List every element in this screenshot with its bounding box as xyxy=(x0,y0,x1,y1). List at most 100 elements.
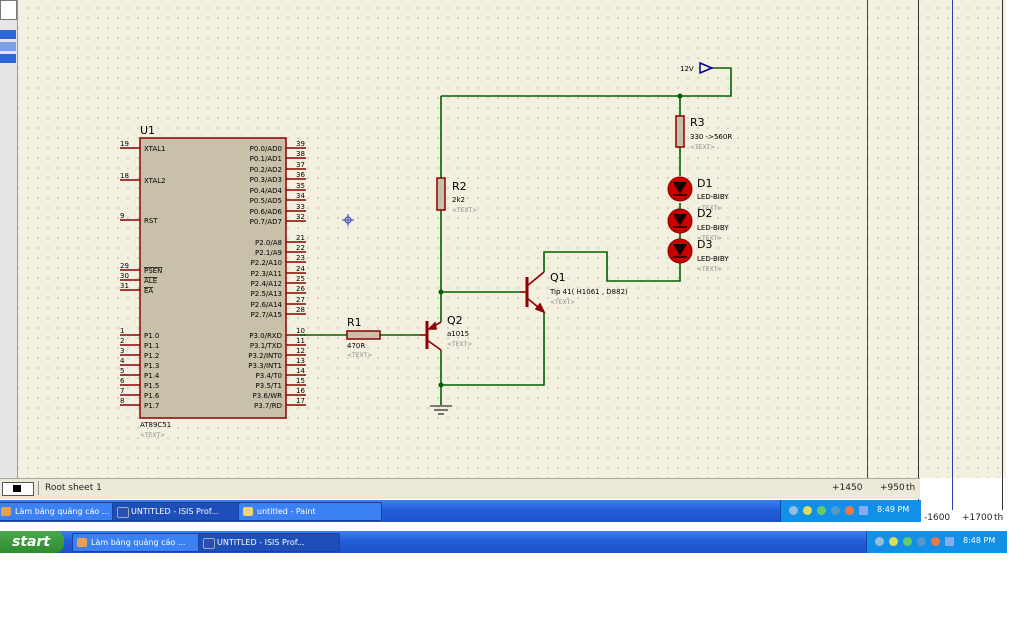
u1-pin-name: P0.6/AD6 xyxy=(250,208,283,216)
system-tray: 8:48 PM xyxy=(866,531,1007,553)
u1-pin-number: 15 xyxy=(296,377,305,385)
tray-icon[interactable] xyxy=(803,506,812,515)
outer-taskbar: start Làm bảng quảng cáo ... UNTITLED - … xyxy=(0,531,1007,553)
taskbar-item-label: untitled - Paint xyxy=(257,507,316,516)
selector-item[interactable] xyxy=(0,30,16,39)
d3-ref: D3 xyxy=(697,238,712,251)
u1-pin-name: P0.4/AD4 xyxy=(250,187,283,195)
d2-value: LED-BIBY xyxy=(697,224,729,232)
u1-pin-number: 3 xyxy=(120,347,124,355)
transistor-q1[interactable] xyxy=(520,271,546,314)
u1-pin-number: 11 xyxy=(296,337,305,345)
r1-body[interactable] xyxy=(346,330,381,340)
u1-pin-number: 21 xyxy=(296,234,305,242)
outer-y-coordinate: +1700 xyxy=(962,513,993,523)
u1-pin-name: P0.5/AD5 xyxy=(250,197,282,205)
firefox-icon xyxy=(1,507,11,516)
q2-ref: Q2 xyxy=(447,314,463,327)
taskbar-item[interactable]: Làm bảng quảng cáo ... xyxy=(0,502,128,521)
u1-pin-number: 22 xyxy=(296,244,305,252)
q2-text: <TEXT> xyxy=(447,341,472,348)
power-label: 12V xyxy=(680,65,694,73)
tray-icon[interactable] xyxy=(945,537,954,546)
window-edge-line xyxy=(918,0,919,500)
tray-icon[interactable] xyxy=(789,506,798,515)
u1-pin-number: 33 xyxy=(296,203,305,211)
u1-pin-number: 17 xyxy=(296,397,305,405)
u1-pin-name: P2.0/A8 xyxy=(255,239,282,247)
tray-icon[interactable] xyxy=(817,506,826,515)
r1-value: 470R xyxy=(347,342,365,350)
taskbar-item[interactable]: Làm bảng quảng cáo ... xyxy=(72,533,208,552)
u1-pin-name: P1.5 xyxy=(144,382,159,390)
tray-icon[interactable] xyxy=(903,537,912,546)
u1-pin-name: RST xyxy=(144,217,158,225)
u1-pin-number: 35 xyxy=(296,182,305,190)
taskbar-item[interactable]: UNTITLED - ISIS Prof... xyxy=(112,502,254,521)
tray-icon[interactable] xyxy=(845,506,854,515)
u1-text: <TEXT> xyxy=(140,432,165,439)
u1-pin-number: 23 xyxy=(296,254,305,262)
u1-pin-name: P0.3/AD3 xyxy=(250,176,282,184)
selector-item[interactable] xyxy=(0,42,16,51)
u1-pin-name: P1.3 xyxy=(144,362,159,370)
u1-pin-name: P3.2/INT0 xyxy=(248,352,282,360)
taskbar-item-label: UNTITLED - ISIS Prof... xyxy=(217,538,305,547)
u1-pin-name: P0.0/AD0 xyxy=(250,145,282,153)
u1-pin-name: P2.4/A12 xyxy=(251,280,282,288)
crosshair-cursor-icon xyxy=(342,214,354,226)
tray-icon[interactable] xyxy=(931,537,940,546)
object-selector-frame[interactable] xyxy=(0,0,17,20)
u1-pin-name: P3.5/T1 xyxy=(256,382,282,390)
tray-icon[interactable] xyxy=(889,537,898,546)
q1-ref: Q1 xyxy=(550,271,566,284)
u1-pin-name: P1.2 xyxy=(144,352,159,360)
left-panel[interactable] xyxy=(0,0,18,478)
selector-item[interactable] xyxy=(0,54,16,63)
sheet-name: Root sheet 1 xyxy=(38,481,825,495)
u1-pin-number: 7 xyxy=(120,387,124,395)
led-d1[interactable] xyxy=(667,176,693,202)
taskbar-item-label: Làm bảng quảng cáo ... xyxy=(15,507,110,516)
tray-icon[interactable] xyxy=(917,537,926,546)
sheet-border-line xyxy=(867,0,868,478)
u1-pin-name: P1.1 xyxy=(144,342,159,350)
u1-pin-name: P2.5/A13 xyxy=(251,290,282,298)
start-button[interactable]: start xyxy=(0,531,64,553)
u1-pin-number: 31 xyxy=(120,282,129,290)
schematic-svg[interactable]: U1 AT89C51 <TEXT> 19XTAL118XTAL29RST29PS… xyxy=(0,0,1006,478)
power-terminal-icon[interactable] xyxy=(699,61,714,75)
u1-pin-name: P0.7/AD7 xyxy=(250,218,282,226)
u1-pin-number: 26 xyxy=(296,285,305,293)
led-d3[interactable] xyxy=(667,238,693,264)
y-coordinate: +950 xyxy=(880,483,905,493)
u1-pin-name: P3.4/T0 xyxy=(256,372,282,380)
u1-pin-name: P2.2/A10 xyxy=(251,259,282,267)
d1-ref: D1 xyxy=(697,177,712,190)
u1-pin-number: 4 xyxy=(120,357,125,365)
u1-pin-name: PSEN xyxy=(144,267,162,275)
r3-body[interactable] xyxy=(675,115,685,148)
r1-text: <TEXT> xyxy=(347,352,372,359)
isis-icon xyxy=(203,538,215,549)
tray-icon[interactable] xyxy=(875,537,884,546)
outer-unit-label: th xyxy=(994,513,1004,523)
q1-text: <TEXT> xyxy=(550,299,575,306)
r2-body[interactable] xyxy=(436,177,446,211)
q1-value: Tip 41( H1061 , D882) xyxy=(549,288,628,296)
taskbar-item[interactable]: UNTITLED - ISIS Prof... xyxy=(198,533,340,552)
taskbar-item[interactable]: untitled - Paint xyxy=(238,502,382,521)
schematic-canvas[interactable]: U1 AT89C51 <TEXT> 19 XTAL1 18 XTAL2 9 RST 29 PS… xyxy=(0,0,1006,478)
transistor-q2[interactable] xyxy=(420,321,442,351)
taskbar-item-label: Làm bảng quảng cáo ... xyxy=(91,538,186,547)
r3-value: 330 ->560R xyxy=(690,133,732,141)
u1-pin-number: 12 xyxy=(296,347,305,355)
tray-icon[interactable] xyxy=(831,506,840,515)
u1-pin-name: P0.1/AD1 xyxy=(250,155,282,163)
stop-button[interactable] xyxy=(2,482,34,496)
inner-taskbar: Làm bảng quảng cáo ... UNTITLED - ISIS P… xyxy=(0,500,921,522)
tray-icon[interactable] xyxy=(859,506,868,515)
u1-pin-name: P3.0/RXD xyxy=(249,332,282,340)
system-tray: 8:49 PM xyxy=(780,500,921,522)
led-d2[interactable] xyxy=(667,208,693,234)
